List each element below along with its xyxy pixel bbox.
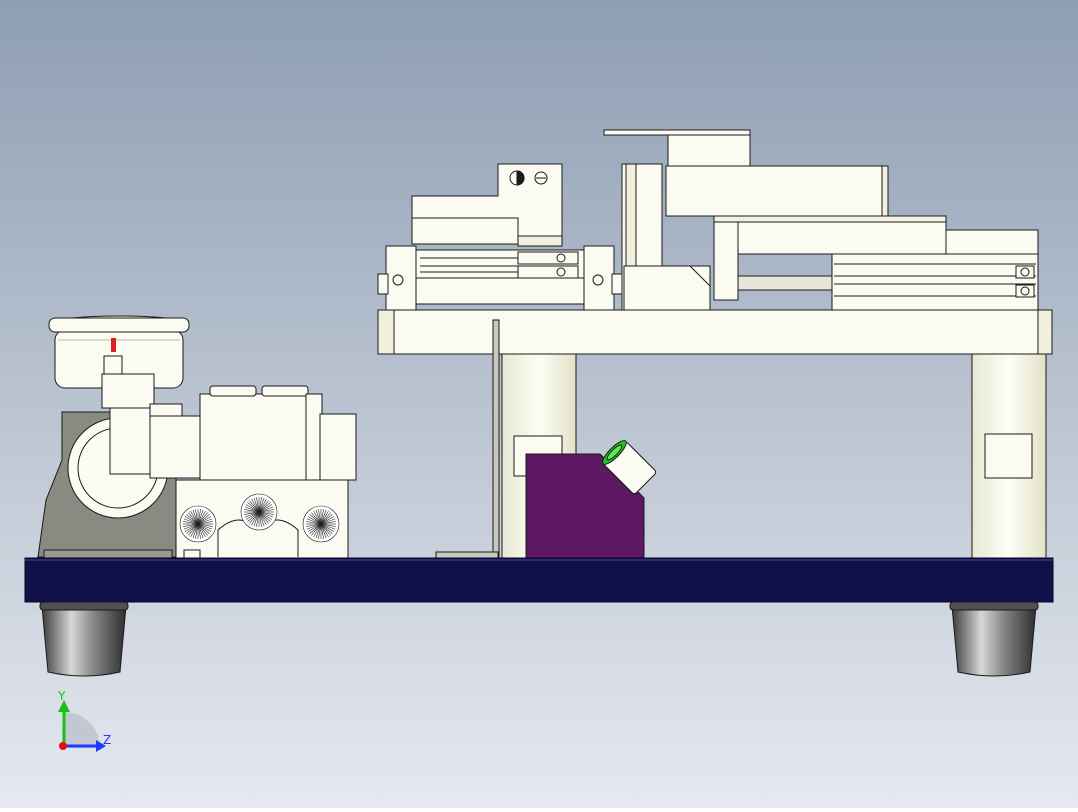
- axis-origin: [59, 742, 67, 750]
- foot-left: [39, 601, 129, 677]
- cad-viewport[interactable]: Y Z: [0, 0, 1078, 808]
- post-window-right: [984, 433, 1033, 479]
- table-plate: [377, 309, 1053, 355]
- red-marker: [111, 338, 116, 352]
- foot-right: [949, 601, 1039, 677]
- base-plate: [24, 557, 1054, 603]
- slide-cylinder-left: [377, 245, 623, 311]
- z-axis-label: Z: [103, 733, 111, 747]
- cad-drawing: Y Z: [0, 0, 1078, 808]
- y-axis-label: Y: [57, 689, 66, 703]
